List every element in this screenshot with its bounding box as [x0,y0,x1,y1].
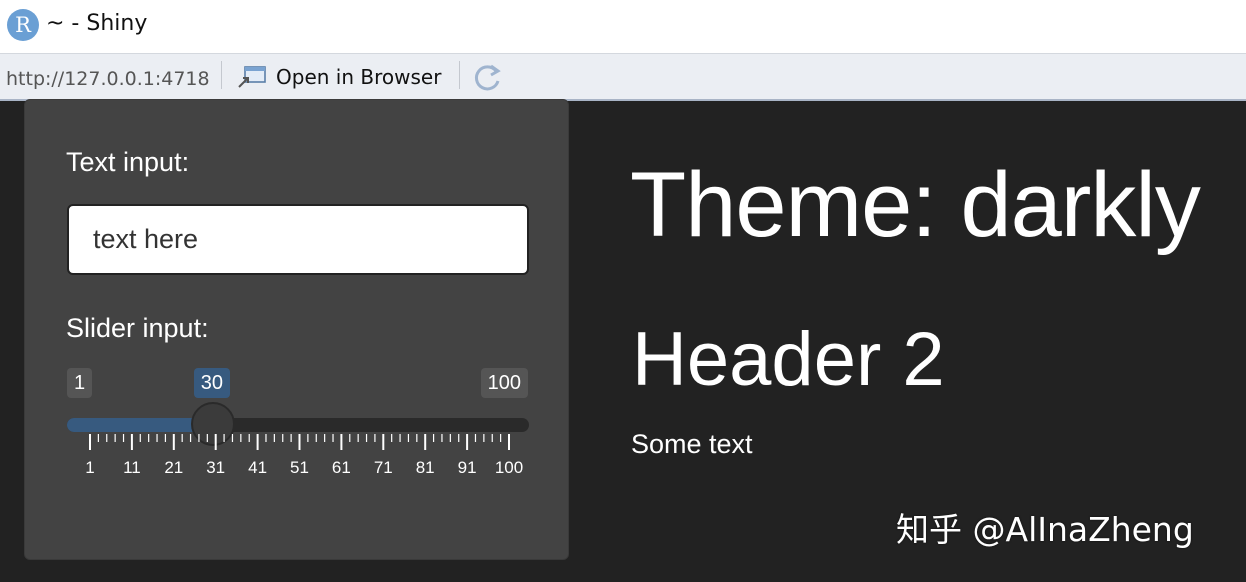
url-display[interactable]: http://127.0.0.1:4718 [6,68,210,90]
slider-tick-label: 61 [331,458,351,477]
viewer-toolbar: http://127.0.0.1:4718 Open in Browser [0,53,1246,101]
body-text: Some text [631,429,753,459]
page-title: Theme: darkly [630,154,1201,256]
slider-tick-label: 1 [85,458,95,477]
open-in-browser-button[interactable]: Open in Browser [232,60,446,94]
slider-tick-label: 71 [373,458,393,477]
open-external-icon [238,66,266,88]
slider-tick-label: 100 [494,458,524,477]
window-title: ~ - Shiny [46,11,148,36]
slider-tick-label: 31 [206,458,226,477]
slider-tick-label: 81 [415,458,435,477]
slider-tick-label: 41 [248,458,268,477]
toolbar-separator [221,61,222,89]
sidebar-panel: Text input: Slider input: 1 100 30 11121… [24,99,569,560]
refresh-icon [474,64,501,91]
watermark-text: 知乎 @AlInaZheng [896,510,1194,549]
slider-tick-label: 11 [123,458,141,477]
slider-tick-label: 91 [457,458,477,477]
slider-tick-label: 51 [290,458,309,477]
section-header: Header 2 [632,317,945,402]
r-logo-icon: R [7,9,39,41]
refresh-button[interactable] [471,62,505,94]
toolbar-separator [459,61,460,89]
open-in-browser-label: Open in Browser [276,65,442,89]
window-titlebar: R ~ - Shiny [0,0,1246,53]
slider-ticks [89,434,510,450]
slider-tick-label: 21 [164,458,184,477]
